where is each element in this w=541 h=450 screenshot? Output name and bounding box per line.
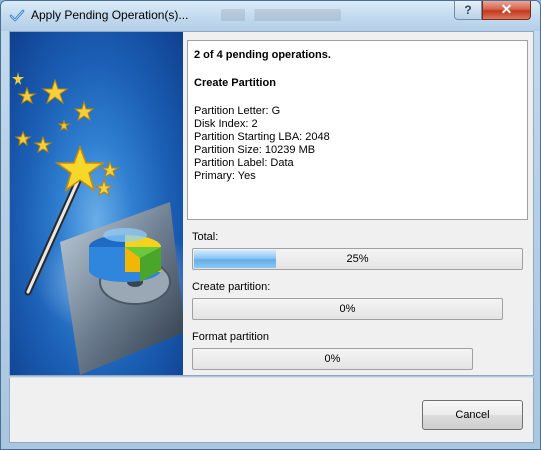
dialog-body: 2 of 4 pending operations. Create Partit… — [9, 31, 534, 376]
create-partition-percent: 0% — [339, 303, 356, 315]
create-partition-label: Create partition: — [192, 281, 271, 293]
close-button[interactable]: ✕ — [482, 1, 531, 20]
detail-partition-letter: Partition Letter: G — [194, 105, 281, 117]
checkmark-icon — [9, 8, 25, 24]
create-partition-progress-bar: 0% — [192, 298, 503, 320]
dialog-footer: Cancel — [9, 377, 534, 443]
total-progress-label: Total: — [192, 231, 219, 243]
detail-primary: Primary: Yes — [194, 170, 256, 182]
detail-disk-index: Disk Index: 2 — [194, 118, 258, 130]
dialog-window: Apply Pending Operation(s)... ? ✕ 2 of 4… — [0, 0, 541, 450]
cancel-button[interactable]: Cancel — [422, 400, 523, 430]
window-title: Apply Pending Operation(s)... — [31, 8, 189, 22]
format-partition-percent: 0% — [324, 353, 341, 365]
help-button[interactable]: ? — [454, 1, 482, 20]
title-background-ghost — [221, 9, 341, 21]
wizard-illustration — [10, 32, 183, 375]
operation-name: Create Partition — [194, 77, 276, 89]
total-progress-percent: 25% — [346, 253, 369, 265]
total-progress-bar: 25% — [192, 248, 523, 270]
detail-partition-size: Partition Size: 10239 MB — [194, 144, 316, 156]
detail-starting-lba: Partition Starting LBA: 2048 — [194, 131, 330, 143]
title-bar[interactable]: Apply Pending Operation(s)... ? ✕ — [1, 1, 540, 31]
operation-details-panel: 2 of 4 pending operations. Create Partit… — [187, 40, 528, 220]
operation-count: 2 of 4 pending operations. — [194, 49, 331, 61]
detail-partition-label: Partition Label: Data — [194, 157, 294, 169]
operation-details: Partition Letter: G Disk Index: 2 Partit… — [194, 105, 521, 183]
format-partition-label: Format partition — [192, 331, 270, 343]
format-partition-progress-bar: 0% — [192, 348, 473, 370]
